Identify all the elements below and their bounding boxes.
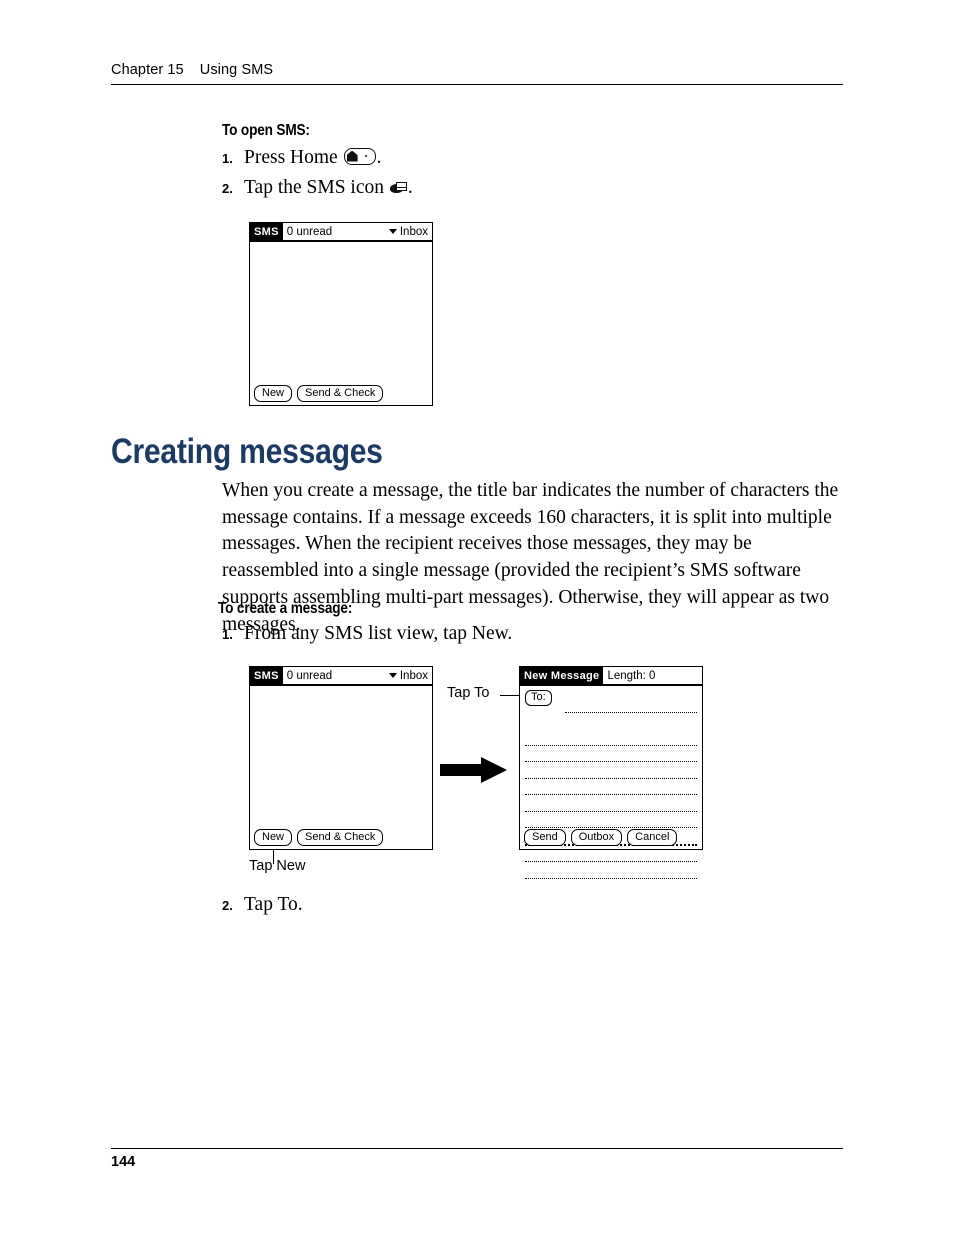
app-title-tab: SMS	[250, 667, 283, 684]
flow-arrow-icon	[440, 757, 510, 783]
send-and-check-button[interactable]: Send & Check	[297, 829, 384, 846]
header-text: Chapter 15 Using SMS	[111, 62, 843, 84]
step-text: Tap To.	[244, 894, 303, 915]
message-list-area: New Send & Check	[250, 242, 432, 405]
step-text-after: .	[407, 177, 413, 198]
chevron-down-icon	[388, 673, 397, 678]
ruled-line	[565, 696, 697, 713]
step-text-after: .	[376, 147, 382, 168]
callout-tap-to: Tap To	[447, 685, 490, 701]
heading-to-open-sms: To open SMS:	[222, 122, 310, 139]
page-title: Creating messages	[111, 432, 383, 471]
footer-divider	[111, 1148, 843, 1149]
header-chapter-label: Chapter 15	[111, 62, 184, 78]
app-title-tab: SMS	[250, 223, 283, 240]
app-title-tab: New Message	[520, 667, 604, 684]
chevron-down-icon	[388, 229, 397, 234]
heading-to-create-a-message: To create a message:	[218, 600, 353, 617]
callout-tap-new: Tap New	[249, 858, 306, 874]
step-text: Tap the SMS icon .	[244, 176, 413, 200]
home-icon: •	[343, 148, 376, 165]
step-number: 1.	[222, 627, 233, 642]
category-dropdown-label: Inbox	[399, 669, 428, 682]
step-from-any-sms-list-view: 1. From any SMS list view, tap New.	[222, 622, 512, 646]
send-button[interactable]: Send	[524, 829, 566, 846]
figure-new-message-screen: New Message Length: 0 To: Send Outbox Ca…	[519, 666, 703, 879]
step-press-home: 1. Press Home •.	[222, 146, 381, 170]
category-dropdown-label: Inbox	[399, 225, 428, 238]
send-and-check-button[interactable]: Send & Check	[297, 385, 384, 402]
message-compose-area: To: Send Outbox Cancel	[520, 686, 702, 879]
step-text: From any SMS list view, tap New.	[244, 623, 513, 644]
screen-button-row: New Send & Check	[254, 829, 384, 846]
step-tap-sms-icon: 2. Tap the SMS icon .	[222, 176, 413, 200]
page-number: 144	[111, 1154, 136, 1170]
ruled-line	[525, 846, 697, 862]
cancel-button[interactable]: Cancel	[627, 829, 678, 846]
step-tap-to: 2. Tap To.	[222, 893, 303, 917]
screen-button-row: New Send & Check	[254, 385, 384, 402]
step-number: 2.	[222, 898, 233, 913]
compose-ruled-lines	[525, 696, 697, 879]
sms-icon	[389, 181, 407, 195]
ruled-line	[525, 746, 697, 762]
outbox-button[interactable]: Outbox	[570, 829, 623, 846]
header-divider	[111, 84, 843, 85]
ruled-line	[525, 795, 697, 812]
step-text-before: Tap the SMS icon	[244, 177, 389, 198]
ruled-line	[525, 762, 697, 779]
ruled-line	[525, 812, 697, 828]
ruled-line	[525, 779, 697, 795]
screen-button-row: Send Outbox Cancel	[524, 829, 678, 846]
figure-sms-inbox-screen: SMS 0 unread Inbox New Send & Check	[249, 222, 433, 406]
unread-count-label: 0 unread	[286, 225, 333, 238]
new-button[interactable]: New	[254, 829, 293, 846]
step-number: 2.	[222, 181, 233, 196]
screen-title-bar: New Message Length: 0	[520, 667, 702, 686]
unread-count-label: 0 unread	[286, 669, 333, 682]
header-title-label: Using SMS	[199, 62, 274, 78]
step-number: 1.	[222, 151, 233, 166]
step-text-before: Press Home	[244, 147, 343, 168]
length-label: Length: 0	[607, 669, 656, 682]
category-dropdown[interactable]: Inbox	[388, 667, 432, 684]
screen-title-bar: SMS 0 unread Inbox	[250, 223, 432, 242]
ruled-line	[525, 862, 697, 879]
message-list-area: New Send & Check	[250, 686, 432, 849]
page-header: Chapter 15 Using SMS	[111, 62, 843, 85]
step-text: Press Home •.	[244, 146, 381, 170]
to-button[interactable]: To:	[525, 690, 552, 706]
figure-sms-inbox-screen-before: SMS 0 unread Inbox New Send & Check	[249, 666, 433, 850]
screen-title-bar: SMS 0 unread Inbox	[250, 667, 432, 686]
category-dropdown[interactable]: Inbox	[388, 223, 432, 240]
ruled-line	[525, 729, 697, 746]
new-button[interactable]: New	[254, 385, 293, 402]
